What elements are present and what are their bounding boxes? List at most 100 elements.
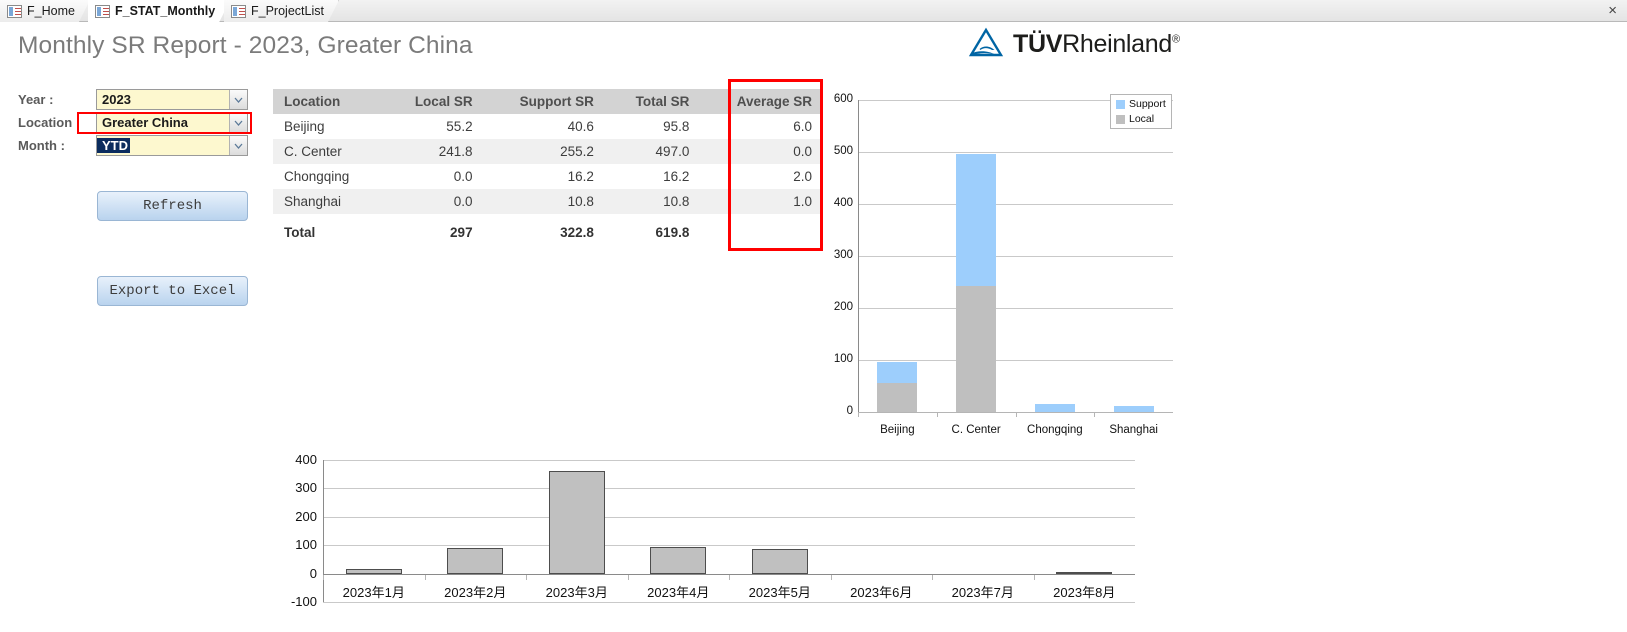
legend-swatch: [1116, 114, 1125, 124]
bar-segment-support: [877, 362, 918, 384]
sr-summary-table: Location Local SR Support SR Total SR Av…: [273, 89, 823, 245]
tab-f-stat-monthly[interactable]: F_STAT_Monthly: [88, 0, 230, 22]
x-axis-month-label: 2023年1月: [342, 584, 405, 600]
location-select[interactable]: Greater China: [96, 112, 248, 133]
column-header-total-sr: Total SR: [604, 89, 701, 114]
cell-total-sr: 16.2: [663, 169, 690, 184]
tuv-triangle-icon: [968, 27, 1004, 57]
form-icon: [7, 5, 22, 18]
x-axis-month-label: 2023年4月: [647, 584, 710, 600]
gridline: [858, 152, 1173, 153]
x-axis-category-label: Shanghai: [1109, 424, 1158, 436]
column-header-support-sr: Support SR: [483, 89, 605, 114]
x-axis-month-label: 2023年6月: [850, 584, 913, 600]
legend-item[interactable]: Support: [1116, 98, 1166, 110]
cell-total-label: Total: [284, 225, 316, 240]
x-axis-category-label: C. Center: [951, 424, 1001, 436]
tab-f-projectlist[interactable]: F_ProjectList: [224, 0, 339, 22]
cell-support-sr: 40.6: [567, 119, 594, 134]
month-label: Month :: [18, 138, 65, 153]
cell-total-support-sr: 322.8: [560, 225, 594, 240]
monthly-bar-chart: -100 0 100 200 300 400 2023年1月 2023年2月 2023年3月 20…: [285, 452, 1140, 632]
gridline: [858, 360, 1173, 361]
logo-tuv: TÜV: [1013, 29, 1063, 58]
x-axis-month-label: 2023年2月: [444, 584, 507, 600]
year-select[interactable]: 2023: [96, 89, 248, 110]
legend-swatch: [1116, 99, 1125, 109]
y-axis-tick-label: 100: [295, 537, 317, 553]
gridline: [323, 460, 1135, 461]
legend-item[interactable]: Local: [1116, 113, 1166, 125]
column-header-local-sr: Local SR: [383, 89, 484, 114]
tab-strip: F_Home F_STAT_Monthly F_ProjectList ×: [0, 0, 1627, 22]
y-axis-tick-label: 200: [295, 508, 317, 524]
y-axis-tick-label: 400: [295, 452, 317, 467]
x-axis-month-label: 2023年8月: [1053, 584, 1116, 600]
month-value: YTD: [97, 138, 130, 153]
table-total-row: Total 297 322.8 619.8: [273, 214, 823, 245]
cell-location: Chongqing: [284, 169, 350, 184]
chevron-down-icon[interactable]: [229, 136, 247, 155]
x-axis-month-label: 2023年3月: [545, 584, 608, 600]
location-value: Greater China: [102, 115, 188, 130]
monthly-bar: [650, 547, 707, 574]
logo-wordmark: TÜVRheinland®: [1013, 30, 1180, 59]
y-axis-tick-label: 0: [309, 565, 317, 581]
gridline: [858, 204, 1173, 205]
chevron-down-icon[interactable]: [229, 90, 247, 109]
cell-total-sr: 95.8: [663, 119, 690, 134]
y-axis-tick-label: 100: [833, 353, 853, 365]
table-row: C. Center 241.8 255.2 497.0 0.0: [273, 139, 823, 164]
cell-average-sr: 6.0: [793, 119, 812, 134]
close-icon[interactable]: ×: [1608, 3, 1617, 19]
gridline: [858, 308, 1173, 309]
y-axis-tick-label: 300: [295, 480, 317, 496]
bar-segment-support: [956, 153, 997, 287]
bar-segment-local: [956, 286, 997, 412]
cell-average-sr: 1.0: [700, 189, 823, 214]
column-header-location: Location: [273, 89, 384, 114]
page-title: Monthly SR Report - 2023, Greater China: [18, 32, 473, 59]
gridline: [323, 516, 1135, 518]
tab-f-home[interactable]: F_Home: [0, 0, 90, 22]
table-row: Chongqing 0.0 16.2 16.2 2.0: [273, 164, 823, 189]
cell-local-sr: 0.0: [453, 169, 473, 184]
year-label: Year :: [18, 92, 54, 107]
gridline: [323, 545, 1135, 547]
cell-local-sr: 0.0: [383, 189, 484, 214]
refresh-button[interactable]: Refresh: [97, 191, 248, 221]
tuv-rheinland-logo: TÜVRheinland®: [968, 27, 1180, 61]
y-axis-tick-label: 0: [846, 405, 853, 417]
x-axis-category-label: Chongqing: [1027, 424, 1083, 436]
form-icon: [231, 5, 246, 18]
cell-local-sr: 55.2: [446, 119, 473, 134]
tab-label: F_STAT_Monthly: [115, 4, 216, 18]
cell-total-sr: 10.8: [604, 189, 701, 214]
cell-average-sr: 2.0: [793, 169, 812, 184]
monthly-bar: [751, 548, 808, 574]
month-select[interactable]: YTD: [96, 135, 248, 156]
tab-label: F_Home: [27, 4, 75, 18]
cell-location: C. Center: [273, 139, 384, 164]
logo-registered-icon: ®: [1172, 33, 1180, 46]
monthly-bar: [548, 470, 605, 574]
export-to-excel-button[interactable]: Export to Excel: [97, 276, 248, 306]
cell-local-sr: 241.8: [383, 139, 484, 164]
form-icon: [95, 5, 110, 18]
y-axis-line: [858, 100, 859, 412]
y-axis-tick-label: 600: [833, 93, 853, 105]
cell-total-average-sr: [700, 214, 823, 245]
bar-segment-local: [877, 383, 918, 412]
gridline: [323, 488, 1135, 490]
cell-support-sr: 255.2: [483, 139, 605, 164]
cell-total-sr: 497.0: [604, 139, 701, 164]
x-axis-line: [323, 573, 1135, 575]
legend-label: Local: [1129, 113, 1155, 125]
chevron-down-icon[interactable]: [229, 113, 247, 132]
x-axis-line: [858, 412, 1173, 413]
location-label: Location :: [18, 115, 81, 130]
gridline: [323, 602, 1135, 603]
column-header-average-sr: Average SR: [700, 89, 823, 114]
cell-total-local-sr: 297: [450, 225, 473, 240]
logo-rheinland: Rheinland: [1062, 29, 1172, 58]
